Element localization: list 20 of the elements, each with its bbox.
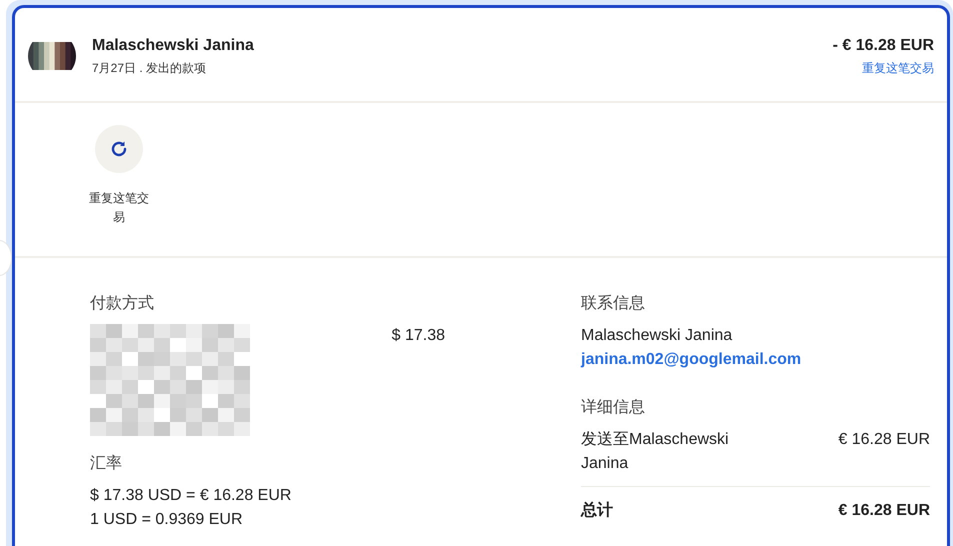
repeat-transaction-link[interactable]: 重复这笔交易 bbox=[862, 61, 934, 75]
repeat-action-label: 重复这笔交易 bbox=[88, 190, 150, 226]
section-heading: 汇率 bbox=[90, 454, 123, 474]
exchange-rate-text: 1 USD = 0.9369 EUR bbox=[90, 510, 244, 530]
payment-amount: $ 17.38 bbox=[392, 326, 445, 346]
transaction-amount: - € 16.28 EUR bbox=[832, 36, 934, 56]
section-heading: 联系信息 bbox=[581, 294, 646, 314]
detail-label: 发送至Malaschewski Janina bbox=[581, 430, 730, 474]
total-value: € 16.28 EUR bbox=[838, 501, 930, 521]
payee-name: Malaschewski Janina bbox=[92, 36, 255, 56]
section-heading: 付款方式 bbox=[90, 294, 155, 314]
transaction-date-type: 7月27日 . 发出的款项 bbox=[92, 60, 208, 77]
total-label: 总计 bbox=[581, 500, 613, 521]
contact-name: Malaschewski Janina bbox=[581, 326, 734, 346]
email-link[interactable]: janina.m02@googlemail.com bbox=[581, 351, 802, 368]
detail-value: € 16.28 EUR bbox=[838, 430, 930, 450]
exchange-rate-text: $ 17.38 USD = € 16.28 EUR bbox=[90, 486, 292, 506]
section-heading: 详细信息 bbox=[581, 398, 646, 418]
repeat-button[interactable] bbox=[95, 125, 143, 173]
refresh-icon bbox=[109, 139, 129, 159]
